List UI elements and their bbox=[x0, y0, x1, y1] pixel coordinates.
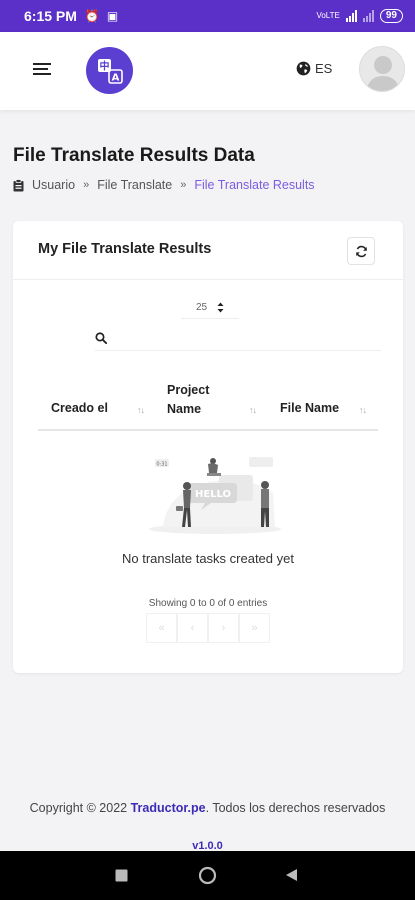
search-input[interactable] bbox=[117, 330, 367, 345]
app-logo[interactable]: 中 A bbox=[86, 47, 133, 94]
language-selector[interactable]: ES bbox=[296, 61, 332, 76]
page-title: File Translate Results Data bbox=[13, 145, 255, 166]
user-avatar[interactable] bbox=[359, 46, 405, 92]
breadcrumb-usuario[interactable]: Usuario bbox=[32, 178, 75, 192]
translate-icon: 中 A bbox=[97, 58, 123, 84]
status-time: 6:15 PM bbox=[24, 8, 77, 24]
pagination: « ‹ › » bbox=[146, 613, 270, 643]
sort-icon[interactable]: ↑↓ bbox=[359, 405, 367, 415]
card-divider bbox=[13, 279, 403, 280]
home-button[interactable] bbox=[198, 866, 217, 890]
language-label: ES bbox=[315, 61, 333, 76]
card-title: My File Translate Results bbox=[38, 241, 212, 257]
volte-icon: VoLTE bbox=[316, 11, 340, 20]
svg-text:A: A bbox=[111, 72, 119, 83]
results-card: My File Translate Results 25 Creado el ↑… bbox=[13, 221, 403, 673]
pagination-last-button[interactable]: » bbox=[239, 613, 270, 643]
sort-icon[interactable]: ↑↓ bbox=[249, 405, 257, 415]
signal-icon bbox=[345, 10, 357, 22]
notification-icon: ▣ bbox=[106, 9, 119, 23]
illustration-bubble-text: HELLO bbox=[195, 489, 231, 500]
breadcrumb-current: File Translate Results bbox=[194, 178, 315, 192]
column-header-project-name[interactable]: Project Name bbox=[167, 381, 209, 419]
column-label: Project bbox=[167, 383, 210, 397]
status-bar: 6:15 PM ⏰ ▣ VoLTE 99 bbox=[0, 0, 415, 32]
footer-copyright-prefix: Copyright © 2022 bbox=[29, 801, 131, 815]
table-header: Creado el ↑↓ Project Name ↑↓ File Name ↑… bbox=[38, 373, 378, 431]
empty-state-message: No translate tasks created yet bbox=[122, 551, 294, 566]
empty-state-illustration: 0:31 HELLO bbox=[145, 453, 285, 537]
battery-indicator: 99 bbox=[379, 9, 403, 23]
square-icon bbox=[115, 869, 128, 882]
menu-icon[interactable] bbox=[33, 63, 51, 77]
sort-arrows-icon bbox=[217, 302, 224, 313]
pagination-prev-button[interactable]: ‹ bbox=[177, 613, 208, 643]
table-info: Showing 0 to 0 of 0 entries bbox=[148, 598, 268, 609]
illustration-label: 0:31 bbox=[156, 462, 167, 468]
footer-brand-link[interactable]: Traductor.pe bbox=[131, 801, 206, 815]
breadcrumb-file-translate[interactable]: File Translate bbox=[97, 178, 172, 192]
search-field[interactable] bbox=[95, 325, 381, 351]
search-icon bbox=[95, 331, 107, 344]
column-label: File Name bbox=[280, 401, 340, 415]
svg-text:中: 中 bbox=[99, 59, 109, 72]
recent-apps-button[interactable] bbox=[115, 869, 128, 887]
system-nav-bar bbox=[0, 851, 415, 900]
refresh-button[interactable] bbox=[347, 237, 375, 265]
refresh-icon bbox=[355, 245, 367, 257]
triangle-back-icon bbox=[286, 869, 297, 881]
column-header-creado-el[interactable]: Creado el bbox=[51, 401, 108, 415]
user-icon bbox=[366, 56, 400, 91]
breadcrumb-separator-icon: » bbox=[83, 179, 90, 191]
circle-icon bbox=[198, 866, 217, 885]
back-button[interactable] bbox=[285, 868, 298, 887]
column-label: Name bbox=[167, 402, 202, 416]
breadcrumb: Usuario » File Translate » File Translat… bbox=[13, 178, 315, 192]
pagination-first-button[interactable]: « bbox=[146, 613, 177, 643]
clipboard-icon bbox=[13, 178, 24, 191]
column-header-file-name[interactable]: File Name bbox=[280, 401, 339, 415]
signal-2-icon bbox=[362, 10, 374, 22]
column-label: Creado el bbox=[51, 401, 108, 415]
sort-icon[interactable]: ↑↓ bbox=[137, 405, 145, 415]
app-header: 中 A ES bbox=[0, 32, 415, 110]
entries-per-page-select[interactable]: 25 bbox=[181, 297, 239, 319]
breadcrumb-separator-icon: » bbox=[180, 179, 187, 191]
pagination-next-button[interactable]: › bbox=[208, 613, 239, 643]
footer-copyright-suffix: . Todos los derechos reservados bbox=[205, 801, 386, 815]
alarm-icon: ⏰ bbox=[84, 9, 100, 23]
globe-icon bbox=[296, 61, 311, 76]
entries-per-page-value: 25 bbox=[195, 302, 208, 313]
footer: Copyright © 2022 Traductor.pe. Todos los… bbox=[0, 799, 415, 818]
